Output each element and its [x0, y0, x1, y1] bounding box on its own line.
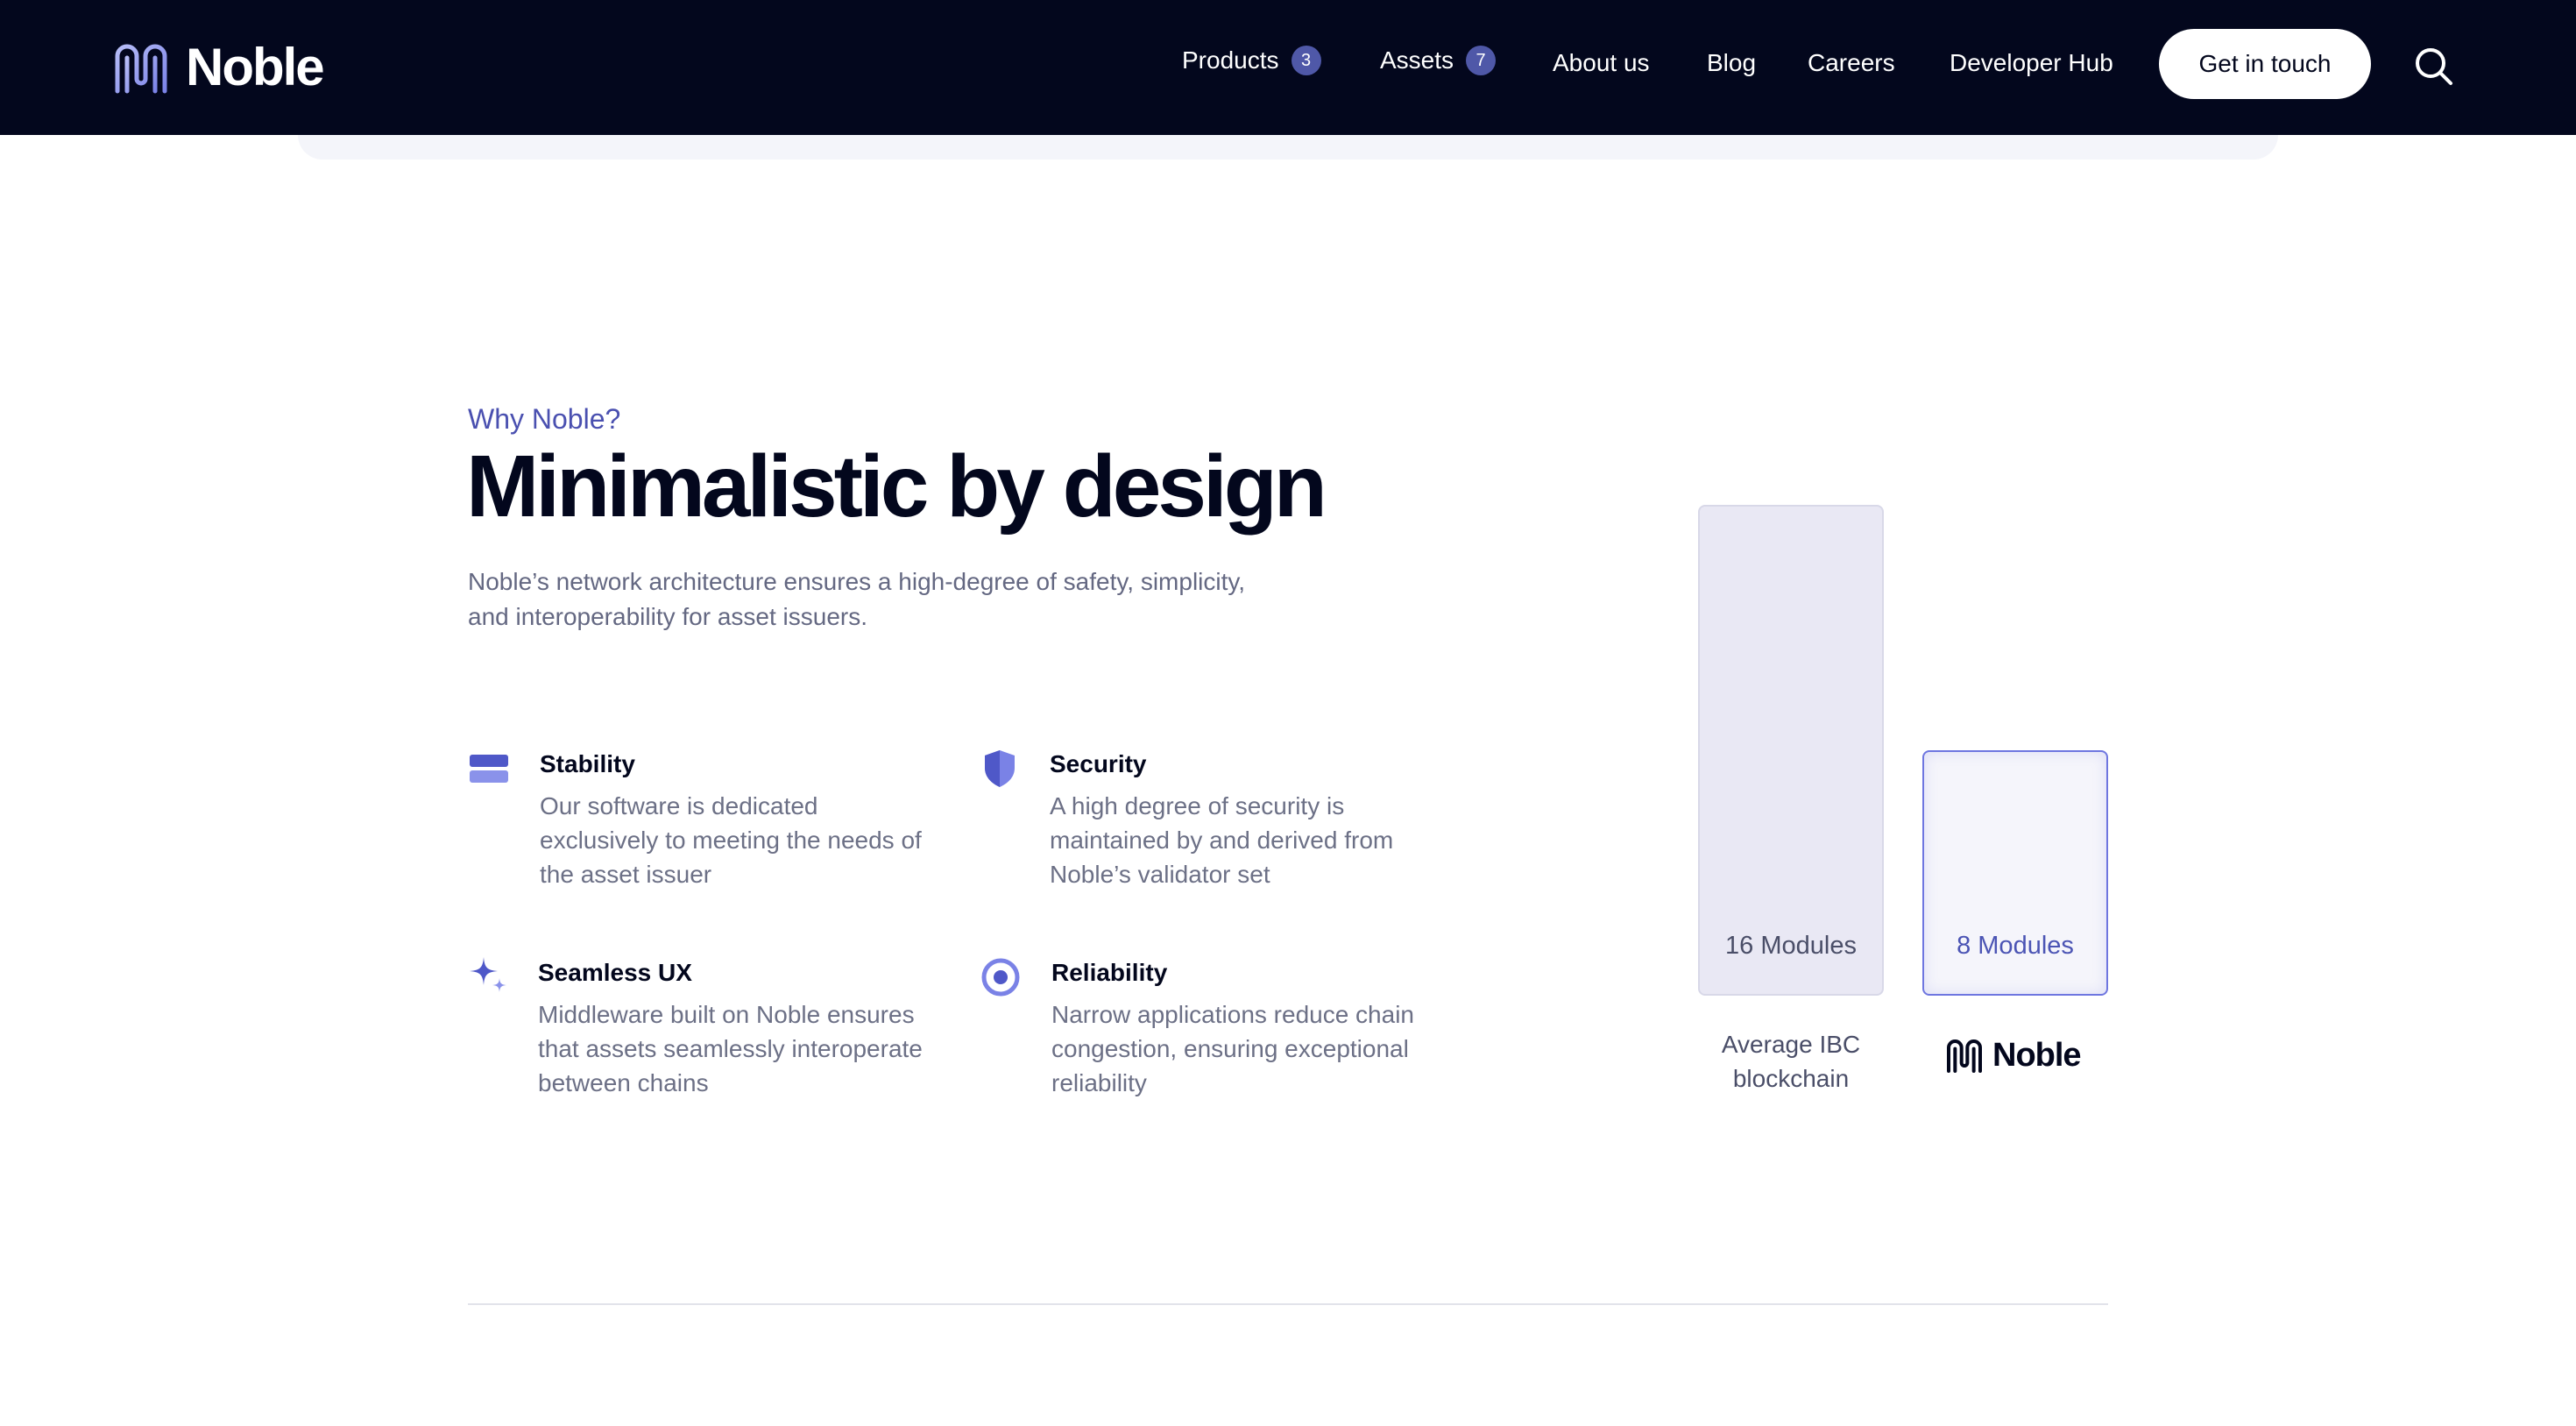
- shield-icon: [985, 750, 1015, 787]
- nav-label: Assets: [1380, 46, 1454, 74]
- nav-item-careers[interactable]: Careers: [1808, 49, 1895, 77]
- brand-name: Noble: [186, 38, 325, 96]
- get-in-touch-button[interactable]: Get in touch: [2159, 29, 2371, 99]
- stack-icon: [470, 755, 508, 783]
- top-navigation-bar: Noble Products 3 Assets 7 About us Blog …: [0, 0, 2576, 135]
- feature-description: A high degree of security is maintained …: [1050, 792, 1394, 888]
- brand-logo[interactable]: Noble: [112, 35, 325, 100]
- feature-title: Reliability: [1051, 959, 1168, 986]
- feature-title: Stability: [540, 750, 635, 777]
- section-intro: Noble’s network architecture ensures a h…: [468, 568, 1246, 630]
- feature-description: Our software is dedicated exclusively to…: [540, 792, 922, 888]
- bar-value-label: 8 Modules: [1957, 932, 2074, 960]
- section-headline: Minimalistic by design: [466, 437, 1327, 536]
- feature-description: Narrow applications reduce chain congest…: [1051, 1001, 1414, 1096]
- section-divider: [468, 1303, 2108, 1305]
- bar-average-ibc: 16 Modules: [1698, 505, 1884, 996]
- feature-title: Security: [1050, 750, 1147, 777]
- feature-title: Seamless UX: [538, 959, 692, 986]
- nav-item-products[interactable]: Products 3: [1182, 46, 1321, 75]
- nav-label: Products: [1182, 46, 1279, 74]
- category-label-average-ibc: Average IBC blockchain: [1721, 1031, 1861, 1092]
- category-label-noble: Noble: [1945, 1036, 2082, 1075]
- target-icon: [981, 958, 1020, 997]
- nav-item-about[interactable]: About us: [1553, 49, 1650, 77]
- nav-item-blog[interactable]: Blog: [1707, 49, 1756, 77]
- noble-logo-icon: [115, 44, 167, 94]
- bar-value-label: 16 Modules: [1725, 932, 1857, 960]
- feature-description: Middleware built on Noble ensures that a…: [538, 1001, 923, 1096]
- count-badge: 7: [1466, 46, 1497, 75]
- nav-item-assets[interactable]: Assets 7: [1380, 46, 1497, 75]
- sparkle-icon: [470, 957, 506, 992]
- bar-noble: 8 Modules: [1922, 750, 2108, 996]
- dropdown-strip: [298, 135, 2278, 160]
- section-eyebrow: Why Noble?: [468, 403, 621, 435]
- search-icon[interactable]: [2411, 44, 2457, 89]
- nav-item-developer-hub[interactable]: Developer Hub: [1950, 49, 2113, 77]
- noble-wordmark: Noble: [1992, 1036, 2082, 1074]
- noble-logo-icon: [1947, 1039, 1982, 1073]
- count-badge: 3: [1291, 46, 1321, 75]
